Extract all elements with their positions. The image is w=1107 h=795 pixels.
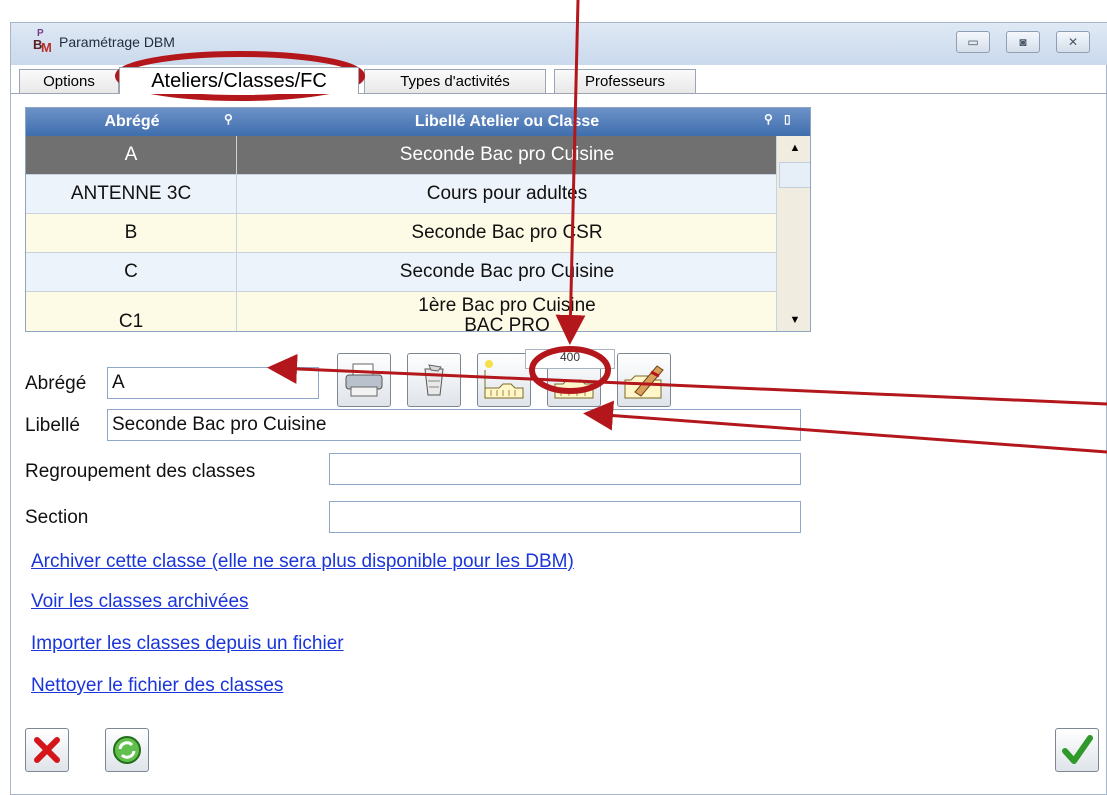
dbm-app-icon: P B M [33, 28, 52, 55]
close-button[interactable]: ✕ [1056, 31, 1090, 53]
archive-class-link[interactable]: Archiver cette classe (elle ne sera plus… [31, 551, 574, 573]
import-classes-link[interactable]: Importer les classes depuis un fichier [31, 633, 344, 655]
table-row[interactable]: C Seconde Bac pro Cuisine [26, 253, 776, 292]
tab-options[interactable]: Options [19, 69, 119, 93]
classes-table: Abrégé ⚲ Libellé Atelier ou Classe ⚲ ▯ A… [25, 107, 811, 332]
refresh-button[interactable] [105, 728, 149, 772]
column-header-abrege[interactable]: Abrégé [26, 108, 238, 136]
tab-types-activites[interactable]: Types d'activités [364, 69, 546, 93]
minimize-button[interactable]: ▭ [956, 31, 990, 53]
cancel-icon [34, 737, 60, 763]
libelle-field[interactable]: Seconde Bac pro Cuisine [107, 409, 801, 441]
tooltip: 400 [525, 349, 615, 369]
cell-libelle: 1ère Bac pro Cuisine BAC PRO [238, 292, 776, 332]
scroll-up-icon[interactable]: ▲ [777, 136, 810, 160]
edit-record-button[interactable] [617, 353, 671, 407]
title-bar: P B M Paramétrage DBM ▭ ◙ ✕ [11, 23, 1107, 65]
view-archived-link[interactable]: Voir les classes archivées [31, 591, 249, 613]
section-label: Section [25, 507, 89, 528]
scroll-thumb[interactable] [779, 162, 810, 188]
column-header-libelle[interactable]: Libellé Atelier ou Classe [238, 108, 776, 136]
window-title: Paramétrage DBM [59, 34, 175, 50]
cell-libelle: Seconde Bac pro CSR [411, 222, 603, 243]
new-record-button[interactable] [477, 353, 531, 407]
column-options-icon[interactable]: ▯ [784, 112, 791, 126]
table-row[interactable]: B Seconde Bac pro CSR [26, 214, 776, 253]
print-button[interactable] [337, 353, 391, 407]
table-scrollbar[interactable]: ▲ ▼ [776, 136, 810, 331]
cell-abrege: B [26, 214, 237, 252]
regroupement-label: Regroupement des classes [25, 461, 256, 482]
clean-classes-link[interactable]: Nettoyer le fichier des classes [31, 675, 283, 697]
abrege-label: Abrégé [25, 373, 87, 394]
maximize-icon: ◙ [1019, 35, 1027, 49]
cancel-button[interactable] [25, 728, 69, 772]
cell-libelle-line1: 1ère Bac pro Cuisine [418, 295, 596, 316]
cell-abrege: C1 [26, 292, 237, 331]
table-row[interactable]: A Seconde Bac pro Cuisine [26, 136, 776, 175]
abrege-field[interactable]: A [107, 367, 319, 399]
table-header: Abrégé ⚲ Libellé Atelier ou Classe ⚲ ▯ [26, 108, 810, 136]
cell-libelle: Seconde Bac pro Cuisine [399, 144, 615, 165]
delete-icon [424, 364, 444, 396]
close-icon: ✕ [1067, 35, 1079, 49]
cell-abrege: C [26, 253, 237, 291]
cell-abrege: ANTENNE 3C [26, 175, 237, 213]
edit-record-icon [624, 365, 664, 399]
refresh-icon [113, 736, 141, 764]
table-row[interactable]: ANTENNE 3C Cours pour adultes [26, 175, 776, 214]
minimize-icon: ▭ [967, 35, 979, 49]
new-record-icon [484, 360, 524, 399]
cell-libelle: Cours pour adultes [426, 183, 588, 204]
cell-libelle-line2: BAC PRO [464, 315, 550, 332]
tab-professeurs[interactable]: Professeurs [554, 69, 696, 93]
table-row[interactable]: C1 1ère Bac pro Cuisine BAC PRO [26, 292, 776, 332]
scroll-down-icon[interactable]: ▼ [777, 308, 810, 331]
maximize-button[interactable]: ◙ [1006, 31, 1040, 53]
delete-button[interactable] [407, 353, 461, 407]
libelle-label: Libellé [25, 415, 80, 436]
sort-key-icon[interactable]: ⚲ [224, 112, 233, 126]
print-icon [345, 363, 383, 397]
section-field[interactable] [329, 501, 801, 533]
cell-abrege: A [26, 136, 237, 174]
cell-libelle: Seconde Bac pro Cuisine [399, 261, 615, 282]
validate-icon [1062, 735, 1093, 764]
validate-button[interactable] [1055, 728, 1099, 772]
settings-window: P B M Paramétrage DBM ▭ ◙ ✕ Options Atel… [10, 22, 1107, 795]
search-icon[interactable]: ⚲ [764, 112, 773, 126]
regroupement-field[interactable] [329, 453, 801, 485]
tab-ateliers-classes-fc[interactable]: Ateliers/Classes/FC [119, 67, 359, 94]
